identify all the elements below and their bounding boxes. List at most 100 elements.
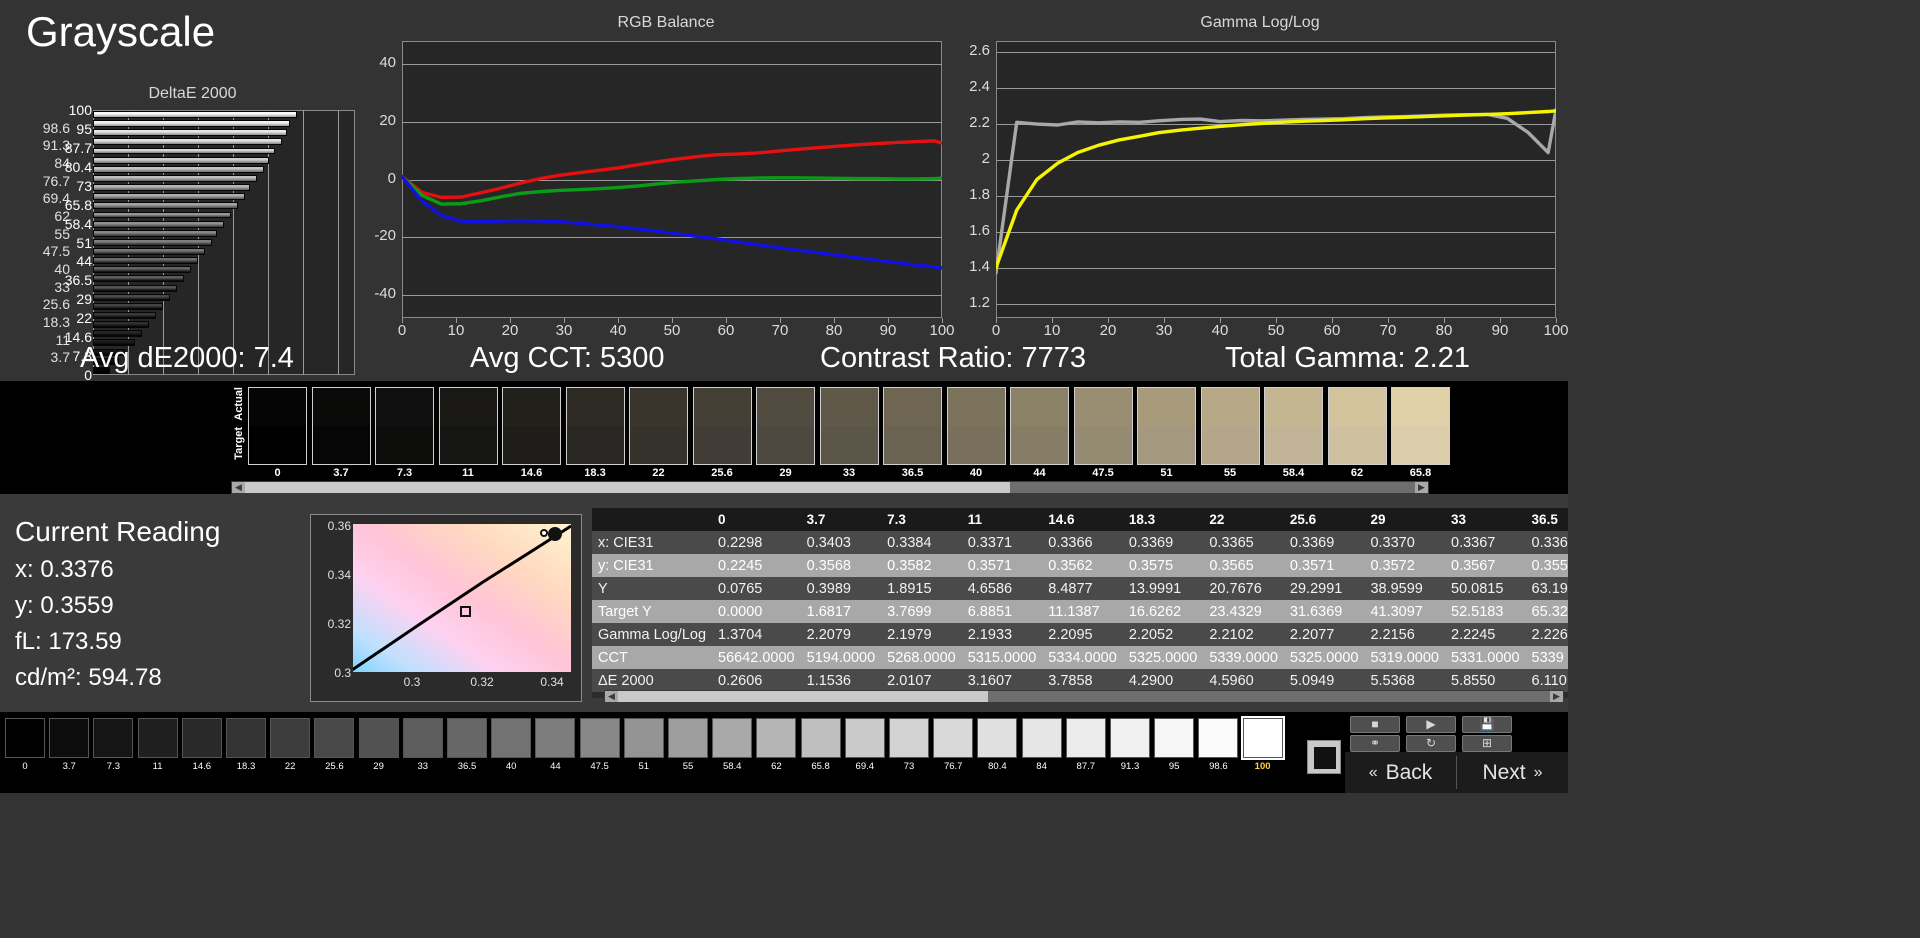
patch-cell	[1073, 387, 1133, 465]
patch-swatch-button[interactable]	[579, 718, 620, 758]
patch-swatch-label: 47.5	[590, 761, 609, 772]
deltae-bar	[93, 147, 275, 155]
strip-scroll-right-arrow[interactable]: ▶	[1415, 482, 1428, 493]
rgb-x-tick: 80	[825, 322, 843, 339]
table-cell: 29.2991	[1283, 577, 1365, 600]
table-cell: 23.4329	[1203, 600, 1284, 623]
table-cell: 0.3567	[1445, 554, 1526, 577]
layout-icon[interactable]: ⊞	[1462, 735, 1512, 752]
table-scroll-thumb[interactable]	[618, 691, 988, 702]
table-row-header: ΔE 2000	[592, 669, 713, 692]
patch-swatch-button[interactable]	[800, 718, 841, 758]
patch-swatch-button[interactable]	[5, 718, 45, 758]
deltae-bar	[93, 275, 184, 283]
patch-swatch-label: 58.4	[722, 761, 742, 772]
current-patch-preview[interactable]	[1307, 740, 1341, 774]
deltae-bar	[93, 202, 238, 210]
table-cell: 52.5183	[1445, 600, 1526, 623]
deltae-bar	[93, 284, 177, 292]
refresh-icon[interactable]: ↻	[1406, 735, 1456, 752]
table-scroll-right-arrow[interactable]: ▶	[1550, 691, 1563, 702]
patch-swatch-label: 51	[638, 761, 650, 772]
deltae-bar	[93, 321, 149, 329]
gamma-x-tick: 90	[1491, 322, 1509, 339]
patch-target-swatch	[311, 426, 371, 465]
metric-1: Avg CCT: 5300	[470, 342, 665, 374]
measurements-table-panel[interactable]: 0 3.7 7.3 11 14.6 18.3 22 25.6 29 33 36.5 x: CIE31…	[592, 508, 1568, 698]
patch-swatch-label: 76.7	[943, 761, 963, 772]
patch-swatch-button[interactable]	[402, 718, 443, 758]
patch-swatch-button[interactable]	[977, 718, 1018, 758]
table-cell: 2.1979	[881, 623, 962, 646]
table-row-header: Target Y	[592, 600, 713, 623]
table-header-row: 0 3.7 7.3 11 14.6 18.3 22 25.6 29 33 36.5	[592, 508, 1568, 531]
patch-swatch-button[interactable]	[889, 718, 929, 758]
table-cell: 63.19	[1525, 577, 1568, 600]
patch-swatch-label: 69.4	[855, 761, 875, 772]
patch-swatch-button[interactable]	[1240, 716, 1285, 760]
patch-swatch-button[interactable]	[270, 718, 311, 758]
patch-swatch-button[interactable]	[535, 718, 576, 758]
patch-swatch-button[interactable]	[226, 718, 266, 758]
patch-cell	[883, 387, 942, 465]
patch-swatch-button[interactable]	[1154, 718, 1195, 758]
patch-swatch-button[interactable]	[93, 718, 134, 758]
patch-swatch-button[interactable]	[358, 718, 399, 758]
deltae-bar	[93, 111, 298, 118]
table-cell: 0.2245	[712, 554, 801, 577]
patch-swatch-label: 73	[903, 761, 915, 772]
patch-swatch-button[interactable]	[623, 718, 664, 758]
patch-target-swatch	[692, 426, 752, 465]
patch-swatch-label: 36.5	[457, 761, 477, 772]
table-scroll-left-arrow[interactable]: ◀	[605, 691, 618, 702]
patch-swatch-label: 44	[550, 761, 561, 772]
strip-scroll-thumb[interactable]	[245, 482, 1010, 493]
rgb-x-tick: 50	[663, 322, 681, 339]
patch-swatch-button[interactable]	[712, 718, 753, 758]
patch-swatch-button[interactable]	[844, 718, 885, 758]
table-cell: 5334.0000	[1042, 646, 1123, 669]
patch-swatch-button[interactable]	[756, 718, 797, 758]
patch-swatch-button[interactable]	[1021, 718, 1062, 758]
table-cell: 1.6817	[800, 600, 882, 623]
strip-horizontal-scrollbar[interactable]: ◀ ▶	[231, 481, 1429, 494]
deltae-bar	[93, 248, 205, 255]
strip-scroll-left-arrow[interactable]: ◀	[232, 482, 245, 493]
patch-swatch-button[interactable]	[933, 718, 974, 758]
patch-swatch-button[interactable]	[447, 718, 487, 758]
deltae-inner-tick: 80.4	[64, 158, 92, 175]
patch-swatch-button[interactable]	[1065, 718, 1106, 758]
table-cell: 2.0107	[881, 669, 962, 692]
back-chevron-icon: «	[1368, 763, 1378, 781]
back-button[interactable]: « Back	[1345, 752, 1456, 793]
patch-swatch-button[interactable]	[49, 718, 90, 758]
stop-icon[interactable]: ■	[1350, 716, 1400, 733]
patch-actual-swatch	[565, 387, 625, 426]
patch-stimulus-label: 7.3	[396, 467, 413, 479]
table-cell: 50.0815	[1445, 577, 1526, 600]
table-cell: 6.110	[1525, 669, 1568, 692]
cie-chromaticity-chart[interactable]: 0.36 0.34 0.32 0.3 0.3 0.32 0.34	[310, 514, 582, 702]
next-button[interactable]: Next »	[1457, 752, 1568, 793]
play-icon[interactable]: ▶	[1406, 716, 1456, 733]
rgb-chart-title: RGB Balance	[617, 14, 715, 31]
patch-target-swatch	[1327, 426, 1387, 465]
cie-x-tick: 0.34	[540, 675, 564, 689]
patch-swatch-button[interactable]	[314, 718, 355, 758]
patch-swatch-button[interactable]	[1198, 718, 1239, 758]
patch-swatch-label: 62	[771, 761, 782, 772]
table-row-header: y: CIE31	[592, 554, 713, 577]
patch-swatch-button[interactable]	[668, 718, 708, 758]
save-icon[interactable]: 💾	[1462, 716, 1512, 733]
strip-actual-label: Actual	[233, 387, 245, 421]
patch-actual-swatch	[375, 387, 434, 426]
patch-swatch-button[interactable]	[491, 718, 532, 758]
table-horizontal-scrollbar[interactable]: ◀ ▶	[604, 690, 1564, 703]
cie-target-marker	[460, 606, 471, 617]
table-cell: 0.3384	[881, 531, 962, 554]
patch-swatch-button[interactable]	[137, 718, 178, 758]
patch-swatch-button[interactable]	[181, 718, 222, 758]
link-icon[interactable]: ⚭	[1350, 735, 1400, 752]
patch-swatch-button[interactable]	[1110, 718, 1150, 758]
table-cell: 0.3989	[800, 577, 882, 600]
